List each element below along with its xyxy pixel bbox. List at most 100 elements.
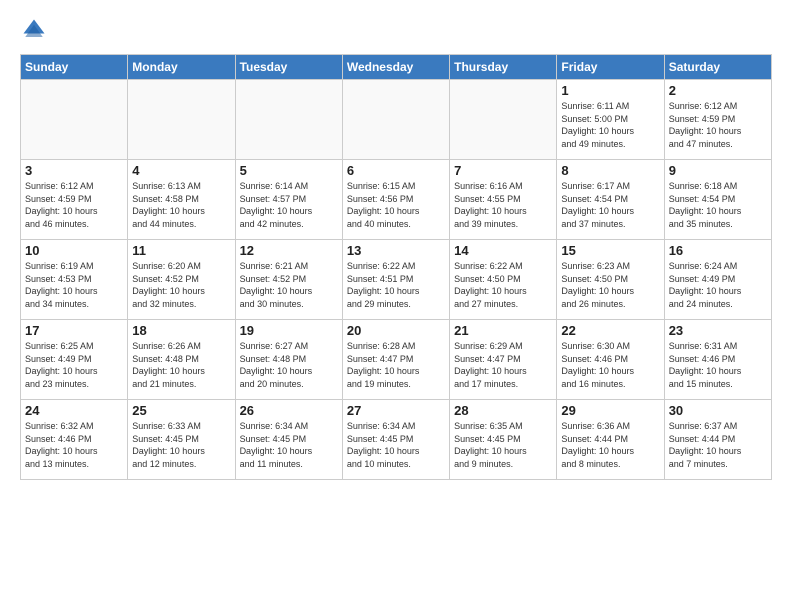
calendar-cell: 23 Sunrise: 6:31 AM Sunset: 4:46 PM Dayli… bbox=[664, 320, 771, 400]
day-info: Sunrise: 6:12 AM Sunset: 4:59 PM Dayligh… bbox=[669, 100, 767, 150]
day-info: Sunrise: 6:12 AM Sunset: 4:59 PM Dayligh… bbox=[25, 180, 123, 230]
calendar-cell: 8 Sunrise: 6:17 AM Sunset: 4:54 PM Daylig… bbox=[557, 160, 664, 240]
day-number: 23 bbox=[669, 323, 767, 338]
calendar-cell: 27 Sunrise: 6:34 AM Sunset: 4:45 PM Dayli… bbox=[342, 400, 449, 480]
day-info: Sunrise: 6:28 AM Sunset: 4:47 PM Dayligh… bbox=[347, 340, 445, 390]
calendar-cell: 3 Sunrise: 6:12 AM Sunset: 4:59 PM Daylig… bbox=[21, 160, 128, 240]
calendar-cell: 11 Sunrise: 6:20 AM Sunset: 4:52 PM Dayli… bbox=[128, 240, 235, 320]
day-info: Sunrise: 6:34 AM Sunset: 4:45 PM Dayligh… bbox=[240, 420, 338, 470]
day-number: 30 bbox=[669, 403, 767, 418]
day-number: 25 bbox=[132, 403, 230, 418]
day-info: Sunrise: 6:17 AM Sunset: 4:54 PM Dayligh… bbox=[561, 180, 659, 230]
calendar-cell: 19 Sunrise: 6:27 AM Sunset: 4:48 PM Dayli… bbox=[235, 320, 342, 400]
day-info: Sunrise: 6:23 AM Sunset: 4:50 PM Dayligh… bbox=[561, 260, 659, 310]
day-number: 15 bbox=[561, 243, 659, 258]
day-info: Sunrise: 6:25 AM Sunset: 4:49 PM Dayligh… bbox=[25, 340, 123, 390]
calendar-cell: 4 Sunrise: 6:13 AM Sunset: 4:58 PM Daylig… bbox=[128, 160, 235, 240]
calendar-day-header: Thursday bbox=[450, 55, 557, 80]
calendar-week-row: 3 Sunrise: 6:12 AM Sunset: 4:59 PM Daylig… bbox=[21, 160, 772, 240]
day-number: 19 bbox=[240, 323, 338, 338]
calendar-cell: 10 Sunrise: 6:19 AM Sunset: 4:53 PM Dayli… bbox=[21, 240, 128, 320]
calendar-day-header: Friday bbox=[557, 55, 664, 80]
calendar-cell: 28Sunrise: 6:35 AM Sunset: 4:45 PM Dayli… bbox=[450, 400, 557, 480]
day-number: 13 bbox=[347, 243, 445, 258]
calendar: SundayMondayTuesdayWednesdayThursdayFrid… bbox=[20, 54, 772, 480]
day-number: 22 bbox=[561, 323, 659, 338]
day-number: 9 bbox=[669, 163, 767, 178]
calendar-cell: 18 Sunrise: 6:26 AM Sunset: 4:48 PM Dayli… bbox=[128, 320, 235, 400]
day-number: 26 bbox=[240, 403, 338, 418]
day-info: Sunrise: 6:37 AM Sunset: 4:44 PM Dayligh… bbox=[669, 420, 767, 470]
logo-icon bbox=[20, 16, 48, 44]
calendar-cell: 12 Sunrise: 6:21 AM Sunset: 4:52 PM Dayli… bbox=[235, 240, 342, 320]
day-number: 28 bbox=[454, 403, 552, 418]
day-number: 5 bbox=[240, 163, 338, 178]
calendar-cell: 5Sunrise: 6:14 AM Sunset: 4:57 PM Daylig… bbox=[235, 160, 342, 240]
calendar-week-row: 24 Sunrise: 6:32 AM Sunset: 4:46 PM Dayli… bbox=[21, 400, 772, 480]
day-info: Sunrise: 6:31 AM Sunset: 4:46 PM Dayligh… bbox=[669, 340, 767, 390]
calendar-cell bbox=[128, 80, 235, 160]
day-info: Sunrise: 6:32 AM Sunset: 4:46 PM Dayligh… bbox=[25, 420, 123, 470]
calendar-cell: 20Sunrise: 6:28 AM Sunset: 4:47 PM Dayli… bbox=[342, 320, 449, 400]
day-info: Sunrise: 6:18 AM Sunset: 4:54 PM Dayligh… bbox=[669, 180, 767, 230]
calendar-cell: 21 Sunrise: 6:29 AM Sunset: 4:47 PM Dayli… bbox=[450, 320, 557, 400]
page: SundayMondayTuesdayWednesdayThursdayFrid… bbox=[0, 0, 792, 612]
day-number: 3 bbox=[25, 163, 123, 178]
day-number: 8 bbox=[561, 163, 659, 178]
day-number: 29 bbox=[561, 403, 659, 418]
day-info: Sunrise: 6:19 AM Sunset: 4:53 PM Dayligh… bbox=[25, 260, 123, 310]
day-number: 6 bbox=[347, 163, 445, 178]
day-number: 24 bbox=[25, 403, 123, 418]
calendar-cell: 1Sunrise: 6:11 AM Sunset: 5:00 PM Daylig… bbox=[557, 80, 664, 160]
day-info: Sunrise: 6:16 AM Sunset: 4:55 PM Dayligh… bbox=[454, 180, 552, 230]
day-number: 7 bbox=[454, 163, 552, 178]
day-info: Sunrise: 6:27 AM Sunset: 4:48 PM Dayligh… bbox=[240, 340, 338, 390]
calendar-cell: 6 Sunrise: 6:15 AM Sunset: 4:56 PM Daylig… bbox=[342, 160, 449, 240]
calendar-cell: 30 Sunrise: 6:37 AM Sunset: 4:44 PM Dayli… bbox=[664, 400, 771, 480]
day-info: Sunrise: 6:22 AM Sunset: 4:51 PM Dayligh… bbox=[347, 260, 445, 310]
day-number: 11 bbox=[132, 243, 230, 258]
calendar-cell: 29 Sunrise: 6:36 AM Sunset: 4:44 PM Dayli… bbox=[557, 400, 664, 480]
calendar-week-row: 1Sunrise: 6:11 AM Sunset: 5:00 PM Daylig… bbox=[21, 80, 772, 160]
day-number: 2 bbox=[669, 83, 767, 98]
day-info: Sunrise: 6:36 AM Sunset: 4:44 PM Dayligh… bbox=[561, 420, 659, 470]
logo bbox=[20, 16, 52, 44]
day-number: 27 bbox=[347, 403, 445, 418]
calendar-cell: 16Sunrise: 6:24 AM Sunset: 4:49 PM Dayli… bbox=[664, 240, 771, 320]
calendar-cell bbox=[21, 80, 128, 160]
calendar-cell bbox=[450, 80, 557, 160]
calendar-header-row: SundayMondayTuesdayWednesdayThursdayFrid… bbox=[21, 55, 772, 80]
day-info: Sunrise: 6:13 AM Sunset: 4:58 PM Dayligh… bbox=[132, 180, 230, 230]
day-info: Sunrise: 6:21 AM Sunset: 4:52 PM Dayligh… bbox=[240, 260, 338, 310]
day-info: Sunrise: 6:26 AM Sunset: 4:48 PM Dayligh… bbox=[132, 340, 230, 390]
calendar-week-row: 17 Sunrise: 6:25 AM Sunset: 4:49 PM Dayli… bbox=[21, 320, 772, 400]
day-info: Sunrise: 6:11 AM Sunset: 5:00 PM Dayligh… bbox=[561, 100, 659, 150]
day-number: 4 bbox=[132, 163, 230, 178]
day-info: Sunrise: 6:33 AM Sunset: 4:45 PM Dayligh… bbox=[132, 420, 230, 470]
calendar-cell: 24 Sunrise: 6:32 AM Sunset: 4:46 PM Dayli… bbox=[21, 400, 128, 480]
calendar-day-header: Tuesday bbox=[235, 55, 342, 80]
day-info: Sunrise: 6:15 AM Sunset: 4:56 PM Dayligh… bbox=[347, 180, 445, 230]
header bbox=[20, 16, 772, 44]
day-number: 12 bbox=[240, 243, 338, 258]
calendar-day-header: Wednesday bbox=[342, 55, 449, 80]
calendar-week-row: 10 Sunrise: 6:19 AM Sunset: 4:53 PM Dayli… bbox=[21, 240, 772, 320]
day-info: Sunrise: 6:30 AM Sunset: 4:46 PM Dayligh… bbox=[561, 340, 659, 390]
calendar-cell bbox=[342, 80, 449, 160]
day-number: 10 bbox=[25, 243, 123, 258]
calendar-day-header: Monday bbox=[128, 55, 235, 80]
calendar-cell bbox=[235, 80, 342, 160]
day-info: Sunrise: 6:22 AM Sunset: 4:50 PM Dayligh… bbox=[454, 260, 552, 310]
calendar-cell: 13 Sunrise: 6:22 AM Sunset: 4:51 PM Dayli… bbox=[342, 240, 449, 320]
day-info: Sunrise: 6:34 AM Sunset: 4:45 PM Dayligh… bbox=[347, 420, 445, 470]
calendar-cell: 7 Sunrise: 6:16 AM Sunset: 4:55 PM Daylig… bbox=[450, 160, 557, 240]
day-number: 14 bbox=[454, 243, 552, 258]
day-number: 17 bbox=[25, 323, 123, 338]
calendar-cell: 2 Sunrise: 6:12 AM Sunset: 4:59 PM Daylig… bbox=[664, 80, 771, 160]
day-number: 18 bbox=[132, 323, 230, 338]
calendar-day-header: Saturday bbox=[664, 55, 771, 80]
day-info: Sunrise: 6:29 AM Sunset: 4:47 PM Dayligh… bbox=[454, 340, 552, 390]
day-number: 21 bbox=[454, 323, 552, 338]
day-info: Sunrise: 6:20 AM Sunset: 4:52 PM Dayligh… bbox=[132, 260, 230, 310]
day-info: Sunrise: 6:24 AM Sunset: 4:49 PM Dayligh… bbox=[669, 260, 767, 310]
